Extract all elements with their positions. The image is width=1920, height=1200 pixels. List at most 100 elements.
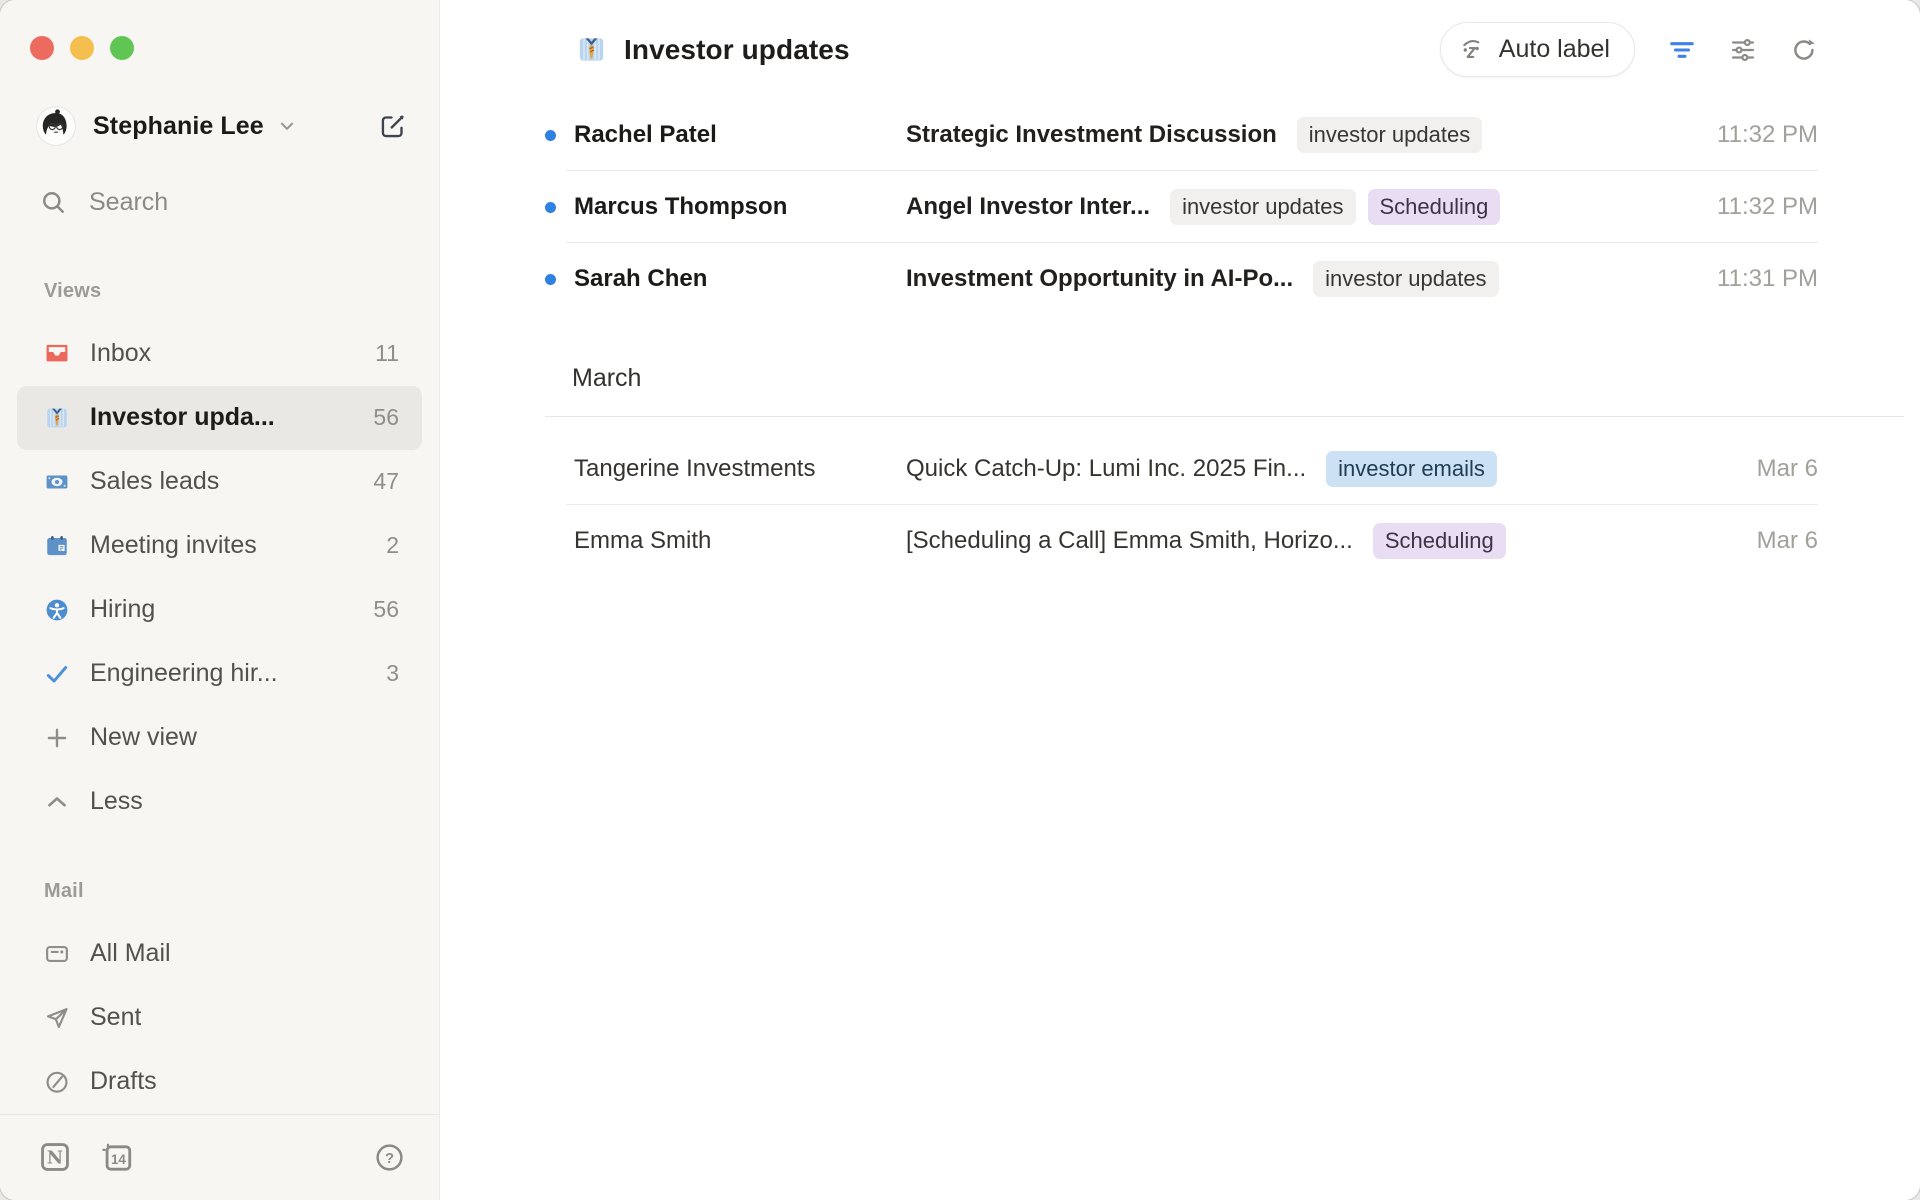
necktie-shirt-icon — [44, 405, 70, 431]
svg-text:14: 14 — [111, 1152, 126, 1167]
email-time: Mar 6 — [1733, 527, 1818, 555]
notion-app-icon[interactable]: N — [38, 1140, 72, 1174]
email-subject: Strategic Investment Discussion — [906, 121, 1277, 149]
unread-indicator — [545, 202, 556, 213]
account-switcher[interactable]: Stephanie Lee — [0, 103, 439, 150]
draft-icon — [44, 1069, 70, 1095]
header-actions: Auto label — [1440, 22, 1818, 77]
new-view-button[interactable]: New view — [17, 706, 422, 770]
main-content: Investor updates Auto label — [440, 0, 1920, 1200]
email-row[interactable]: Sarah Chen Investment Opportunity in AI-… — [440, 243, 1920, 315]
unread-count: 56 — [373, 596, 399, 623]
sidebar-item-label: Meeting invites — [90, 531, 257, 560]
email-time: 11:31 PM — [1693, 265, 1818, 293]
email-row[interactable]: Tangerine Investments Quick Catch-Up: Lu… — [440, 433, 1920, 505]
sidebar-item-sales-leads[interactable]: Sales leads 47 — [17, 450, 422, 514]
label-chip[interactable]: investor updates — [1297, 117, 1482, 153]
calendar-icon — [44, 533, 70, 559]
necktie-shirt-icon — [576, 34, 607, 65]
svg-text:?: ? — [385, 1151, 394, 1167]
close-window-button[interactable] — [30, 36, 54, 60]
email-subject: Investment Opportunity in AI-Po... — [906, 265, 1293, 293]
display-settings-icon[interactable] — [1729, 36, 1757, 64]
email-sender: Marcus Thompson — [574, 193, 906, 221]
auto-label-icon — [1460, 36, 1487, 63]
label-chip[interactable]: investor updates — [1313, 261, 1498, 297]
unread-count: 56 — [373, 404, 399, 431]
email-sender: Rachel Patel — [574, 121, 906, 149]
sidebar-item-label: Investor upda... — [90, 403, 275, 432]
notion-calendar-app-icon[interactable]: 14 — [100, 1140, 134, 1174]
search-input[interactable]: Search — [0, 187, 439, 218]
check-mark-icon — [44, 661, 70, 687]
sidebar-item-meeting-invites[interactable]: Meeting invites 2 — [17, 514, 422, 578]
sidebar-item-label: Hiring — [90, 595, 155, 624]
group-heading-label: March — [572, 364, 641, 393]
auto-label-button[interactable]: Auto label — [1440, 22, 1635, 77]
chevron-down-icon — [276, 115, 298, 137]
email-row[interactable]: Emma Smith [Scheduling a Call] Emma Smit… — [440, 505, 1920, 577]
filter-icon[interactable] — [1668, 36, 1696, 64]
email-subject: Quick Catch-Up: Lumi Inc. 2025 Fin... — [906, 455, 1306, 483]
email-sender: Sarah Chen — [574, 265, 906, 293]
sidebar-item-label: Sales leads — [90, 467, 219, 496]
search-icon — [40, 189, 67, 216]
mail-app-window: Stephanie Lee Search Views — [0, 0, 1920, 1200]
email-sender: Emma Smith — [574, 527, 906, 555]
auto-label-text: Auto label — [1499, 35, 1610, 64]
mail-list: All Mail Sent Drafts — [0, 922, 439, 1114]
group-heading: March — [440, 315, 1920, 417]
sidebar-item-label: Drafts — [90, 1067, 157, 1096]
svg-text:N: N — [47, 1148, 63, 1169]
label-chip[interactable]: investor emails — [1326, 451, 1497, 487]
label-chip[interactable]: Scheduling — [1373, 523, 1506, 559]
unread-count: 11 — [375, 340, 399, 367]
label-chip[interactable]: investor updates — [1170, 189, 1355, 225]
user-name: Stephanie Lee — [93, 112, 264, 141]
view-header: Investor updates Auto label — [440, 0, 1920, 99]
sidebar-item-all-mail[interactable]: All Mail — [17, 922, 422, 986]
views-section-label: Views — [0, 280, 439, 303]
sidebar-item-hiring[interactable]: Hiring 56 — [17, 578, 422, 642]
all-mail-icon — [44, 941, 70, 967]
search-placeholder: Search — [89, 188, 168, 217]
unread-count: 3 — [386, 660, 399, 687]
unread-indicator — [545, 274, 556, 285]
email-time: Mar 6 — [1733, 455, 1818, 483]
label-chip[interactable]: Scheduling — [1368, 189, 1501, 225]
zoom-window-button[interactable] — [110, 36, 134, 60]
banknote-icon — [44, 469, 70, 495]
window-controls — [0, 0, 439, 60]
sidebar-item-sent[interactable]: Sent — [17, 986, 422, 1050]
desktop-background: Stephanie Lee Search Views — [0, 0, 1920, 1200]
minimize-window-button[interactable] — [70, 36, 94, 60]
sidebar-item-inbox[interactable]: Inbox 11 — [17, 322, 422, 386]
refresh-icon[interactable] — [1790, 36, 1818, 64]
email-subject: Angel Investor Inter... — [906, 193, 1150, 221]
mail-section-label: Mail — [0, 880, 439, 903]
inbox-tray-icon — [44, 341, 70, 367]
sidebar-item-label: Inbox — [90, 339, 151, 368]
sidebar-item-label: Sent — [90, 1003, 141, 1032]
unread-count: 47 — [373, 468, 399, 495]
help-icon[interactable]: ? — [374, 1142, 405, 1173]
show-less-button[interactable]: Less — [17, 770, 422, 834]
avatar — [36, 106, 76, 146]
email-sender: Tangerine Investments — [574, 455, 906, 483]
chevron-up-icon — [44, 789, 70, 815]
plus-icon — [44, 725, 70, 751]
email-time: 11:32 PM — [1693, 193, 1818, 221]
email-row[interactable]: Marcus Thompson Angel Investor Inter... … — [440, 171, 1920, 243]
sidebar-item-drafts[interactable]: Drafts — [17, 1050, 422, 1114]
views-list: Inbox 11 Investor upda... 56 — [0, 322, 439, 834]
sidebar-item-label: Engineering hir... — [90, 659, 278, 688]
email-time: 11:32 PM — [1693, 121, 1818, 149]
email-row[interactable]: Rachel Patel Strategic Investment Discus… — [440, 99, 1920, 171]
sidebar: Stephanie Lee Search Views — [0, 0, 440, 1200]
email-subject: [Scheduling a Call] Emma Smith, Horizo..… — [906, 527, 1353, 555]
email-group-march: March Tangerine Investments Quick Catch-… — [440, 315, 1920, 577]
compose-icon[interactable] — [379, 113, 406, 140]
sidebar-item-investor-updates[interactable]: Investor upda... 56 — [17, 386, 422, 450]
sidebar-item-engineering-hiring[interactable]: Engineering hir... 3 — [17, 642, 422, 706]
send-icon — [44, 1005, 70, 1031]
